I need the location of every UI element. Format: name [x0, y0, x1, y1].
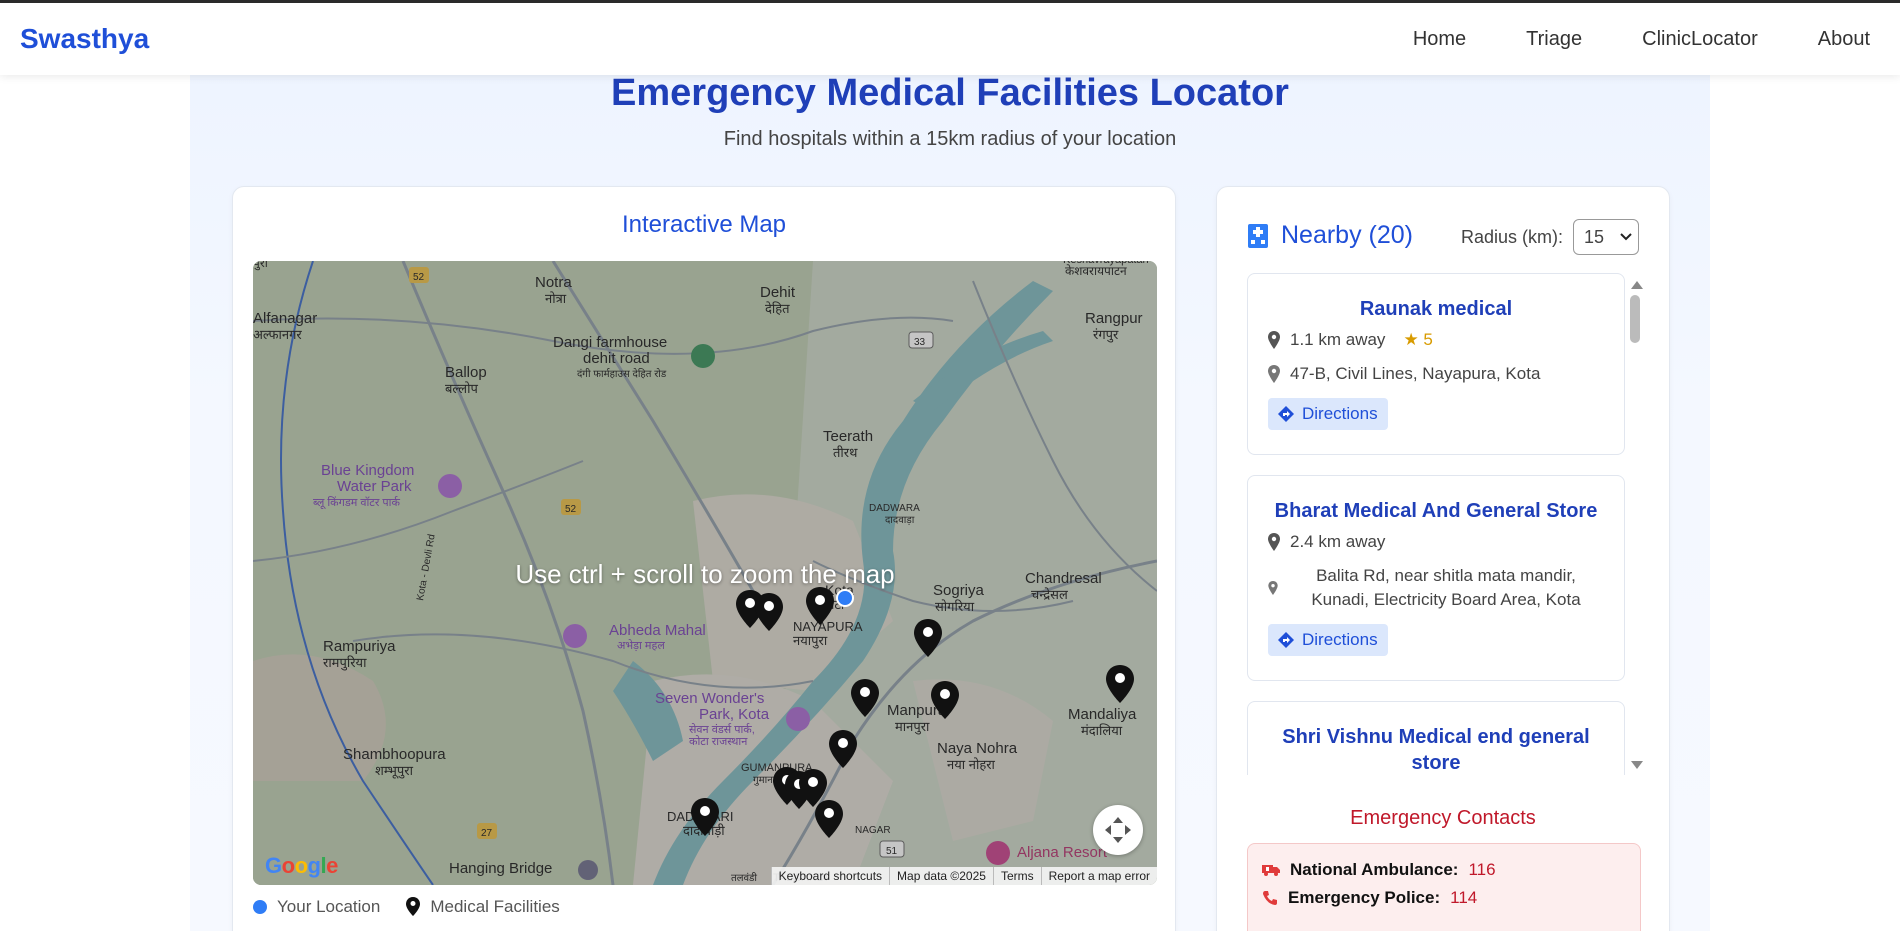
nav-triage-link[interactable]: Triage: [1526, 28, 1582, 51]
emergency-title: Emergency Contacts: [1350, 807, 1536, 829]
nearby-card: Nearby (20) Radius (km): 15 Raunak medic…: [1216, 186, 1670, 931]
emergency-contacts-box: National Ambulance: 116 Emergency Police…: [1247, 843, 1641, 931]
directions-label: Directions: [1302, 404, 1378, 423]
marker-icon: [406, 897, 421, 916]
ambulance-icon: [1262, 865, 1280, 876]
scroll-up-arrow[interactable]: [1631, 281, 1643, 289]
nearby-title: Nearby (20): [1247, 221, 1413, 250]
scroll-down-arrow[interactable]: [1631, 761, 1643, 769]
address-line: Kunadi, Electricity Board Area, Kota: [1311, 590, 1581, 609]
radius-control: Radius (km): 15: [1461, 219, 1639, 255]
location-pin-icon: [1268, 533, 1280, 551]
keyboard-shortcuts-link[interactable]: Keyboard shortcuts: [770, 867, 889, 885]
fullscreen-button[interactable]: [1093, 805, 1143, 855]
list-item: Bharat Medical And General Store 2.4 km …: [1247, 475, 1625, 681]
list-item: Shri Vishnu Medical end general store: [1247, 701, 1625, 775]
legend-facilities-label: Medical Facilities: [430, 897, 560, 916]
facility-marker: [851, 679, 879, 717]
address-line: Balita Rd, near shitla mata mandir,: [1316, 566, 1576, 585]
hospital-icon: [1248, 223, 1268, 248]
nav-about-link[interactable]: About: [1818, 28, 1870, 51]
facility-name-line[interactable]: store: [1268, 750, 1604, 775]
zoom-hint: Use ctrl + scroll to zoom the map: [515, 559, 895, 589]
legend-your-location-label: Your Location: [277, 897, 381, 916]
facility-marker: [755, 593, 783, 631]
scroll-thumb[interactable]: [1630, 295, 1640, 343]
nearby-title-text: Nearby (20): [1281, 221, 1413, 249]
distance-text: 2.4 km away: [1290, 532, 1386, 551]
nav-home-link[interactable]: Home: [1413, 28, 1466, 51]
facility-marker: [931, 681, 959, 719]
page-subtitle: Find hospitals within a 15km radius of y…: [723, 128, 1177, 150]
contact-number[interactable]: 114: [1450, 888, 1477, 908]
your-location-dot: [836, 589, 854, 607]
location-dot-icon: [253, 900, 267, 914]
map-data-label: Map data ©2025: [889, 867, 993, 885]
facility-marker: [691, 798, 719, 836]
distance-row: 2.4 km away: [1268, 532, 1604, 552]
page-title: Emergency Medical Facilities Locator: [611, 72, 1289, 114]
facility-name-line[interactable]: Shri Vishnu Medical end general: [1268, 724, 1604, 750]
list-item: Raunak medical 1.1 km away ★ 5 47-B, Civ…: [1247, 273, 1625, 455]
chevron-down-icon: [1620, 233, 1632, 241]
facility-marker: [1106, 665, 1134, 703]
directions-button[interactable]: Directions: [1268, 398, 1388, 430]
nav-links: Home Triage ClinicLocator About: [1413, 28, 1870, 51]
map-card-title: Interactive Map: [621, 211, 787, 238]
emergency-contact-row: National Ambulance: 116: [1262, 860, 1626, 880]
facility-list[interactable]: Raunak medical 1.1 km away ★ 5 47-B, Civ…: [1247, 273, 1643, 775]
radius-value: 15: [1584, 226, 1605, 247]
radius-select[interactable]: 15: [1573, 219, 1639, 255]
facility-name[interactable]: Raunak medical: [1268, 296, 1604, 322]
contact-label: National Ambulance:: [1290, 860, 1459, 879]
facility-marker: [914, 619, 942, 657]
report-error-link[interactable]: Report a map error: [1040, 867, 1157, 885]
contact-label: Emergency Police:: [1288, 888, 1441, 907]
location-pin-icon: [1268, 581, 1278, 595]
rating-text: ★ 5: [1403, 330, 1433, 349]
list-scrollbar[interactable]: [1627, 273, 1643, 775]
address-text: 47-B, Civil Lines, Nayapura, Kota: [1290, 364, 1541, 383]
radius-label: Radius (km):: [1460, 226, 1563, 247]
location-pin-icon: [1268, 331, 1280, 349]
address-row: 47-B, Civil Lines, Nayapura, Kota: [1268, 364, 1604, 384]
facility-marker: [829, 730, 857, 768]
phone-icon: [1263, 891, 1277, 905]
facility-marker: [806, 587, 834, 625]
directions-icon: [1278, 632, 1294, 648]
map-legend: Your Location Medical Facilities: [253, 897, 560, 917]
map-footer: Keyboard shortcuts Map data ©2025 Terms …: [770, 867, 1157, 885]
legend-facilities: Medical Facilities: [406, 897, 560, 917]
distance-row: 1.1 km away ★ 5: [1268, 330, 1604, 350]
nav-cliniclocator-link[interactable]: ClinicLocator: [1642, 28, 1758, 51]
navbar: Swasthya Home Triage ClinicLocator About: [0, 3, 1900, 75]
google-logo: Google: [265, 853, 338, 878]
facility-marker: [815, 800, 843, 838]
terms-link[interactable]: Terms: [992, 867, 1041, 885]
distance-text: 1.1 km away: [1290, 330, 1386, 349]
contact-number[interactable]: 116: [1468, 860, 1495, 880]
map-card: Interactive Map 52 52 33 27 51 Notra नोत…: [232, 186, 1176, 931]
legend-your-location: Your Location: [253, 897, 380, 917]
facility-name[interactable]: Bharat Medical And General Store: [1268, 498, 1604, 524]
address-row: Balita Rd, near shitla mata mandir, Kuna…: [1268, 564, 1604, 612]
location-pin-icon: [1268, 365, 1280, 383]
brand-logo[interactable]: Swasthya: [20, 23, 149, 55]
directions-button[interactable]: Directions: [1268, 624, 1388, 656]
emergency-contact-row: Emergency Police: 114: [1262, 888, 1626, 908]
interactive-map[interactable]: 52 52 33 27 51 Notra नोत्रा Dehit देहित …: [253, 261, 1157, 885]
directions-icon: [1278, 406, 1294, 422]
directions-label: Directions: [1302, 630, 1378, 649]
fullscreen-icon: [1105, 817, 1131, 843]
